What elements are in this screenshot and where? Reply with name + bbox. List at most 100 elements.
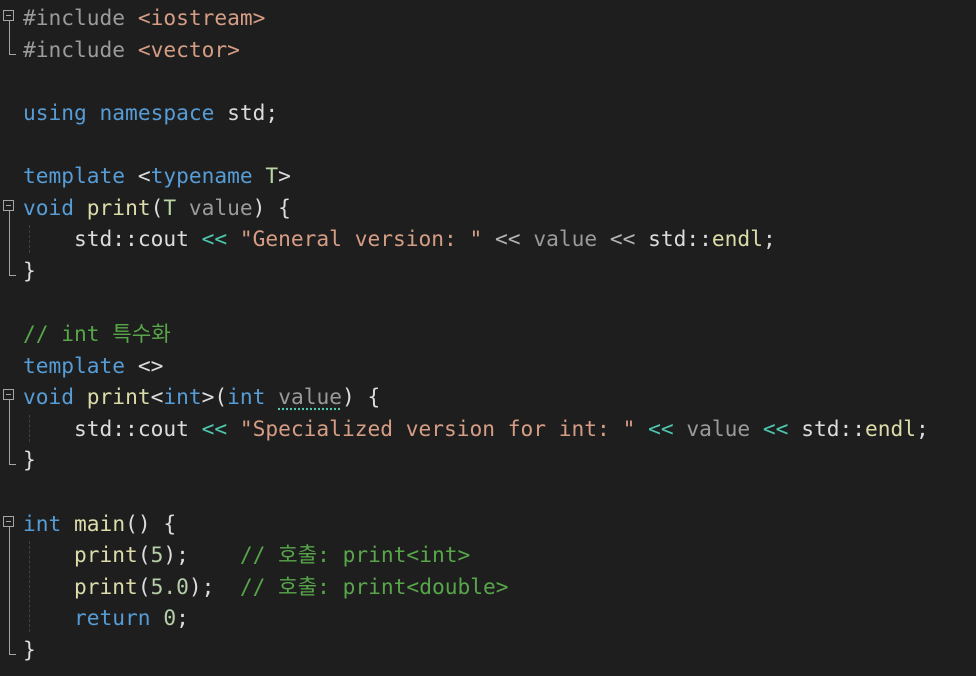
code-text: std::cout << "General version: " << valu… bbox=[23, 223, 776, 254]
code-token: void bbox=[23, 194, 75, 220]
outline-line bbox=[9, 526, 10, 654]
code-line[interactable]: print(5); // 호출: print<int> bbox=[0, 539, 976, 570]
code-text: template <> bbox=[23, 350, 163, 381]
code-line[interactable]: } bbox=[0, 444, 976, 475]
code-line[interactable] bbox=[0, 65, 976, 96]
code-token: } bbox=[23, 637, 36, 662]
outline-end bbox=[9, 53, 16, 55]
code-token: <iostream> bbox=[137, 5, 266, 30]
code-token: << bbox=[648, 415, 674, 441]
code-token: std:: bbox=[23, 415, 138, 441]
code-token: namespace bbox=[99, 99, 215, 125]
code-token: template bbox=[23, 352, 126, 378]
code-token: print bbox=[86, 194, 151, 220]
code-token: ); bbox=[163, 542, 240, 568]
code-line[interactable]: #include <vector> bbox=[0, 34, 976, 65]
indent-guide bbox=[29, 541, 30, 632]
outline-end bbox=[9, 274, 16, 276]
code-line[interactable]: template <typename T> bbox=[0, 160, 976, 191]
code-token: () { bbox=[125, 510, 177, 536]
code-token: ; bbox=[762, 226, 776, 252]
code-text: // int 특수화 bbox=[23, 318, 171, 349]
code-line[interactable]: print(5.0); // 호출: print<double> bbox=[0, 571, 976, 602]
code-line[interactable]: void print(T value) { bbox=[0, 192, 976, 223]
code-token: << bbox=[609, 226, 636, 252]
code-line[interactable] bbox=[0, 286, 976, 317]
code-token: T bbox=[265, 163, 279, 188]
code-token: template bbox=[23, 163, 126, 188]
code-token: int bbox=[163, 384, 202, 410]
collapse-icon[interactable] bbox=[3, 10, 14, 21]
outline-end bbox=[9, 464, 16, 466]
code-token: ; bbox=[916, 415, 929, 441]
code-token: >( bbox=[201, 384, 228, 410]
code-line[interactable]: using namespace std; bbox=[0, 97, 976, 128]
code-token: ( bbox=[137, 573, 151, 599]
code-text: } bbox=[23, 444, 36, 475]
code-token: return bbox=[74, 605, 151, 631]
code-text: void print(T value) { bbox=[23, 192, 291, 223]
code-line[interactable]: template <> bbox=[0, 350, 976, 381]
code-line[interactable]: std::cout << "Specialized version for in… bbox=[0, 413, 976, 444]
code-token: ); bbox=[188, 573, 240, 599]
code-token: } bbox=[23, 447, 36, 473]
code-token: > bbox=[278, 163, 291, 188]
code-text: print(5.0); // 호출: print<double> bbox=[23, 571, 508, 602]
code-token: std:: bbox=[788, 415, 865, 441]
code-token: cout bbox=[137, 226, 189, 252]
code-token: << bbox=[495, 226, 521, 252]
code-line[interactable]: std::cout << "General version: " << valu… bbox=[0, 223, 976, 254]
code-token: << bbox=[762, 415, 789, 441]
code-line[interactable]: } bbox=[0, 255, 976, 286]
collapse-icon[interactable] bbox=[3, 389, 14, 401]
code-token: std:: bbox=[23, 226, 138, 252]
code-editor[interactable]: #include <iostream> #include <vector> usin… bbox=[0, 0, 976, 676]
code-text: #include <iostream> bbox=[23, 2, 265, 33]
code-token: "Specialized version for int: " bbox=[239, 415, 636, 441]
code-text: using namespace std; bbox=[23, 97, 278, 128]
code-token: void bbox=[23, 384, 75, 410]
code-token: T bbox=[163, 194, 177, 220]
code-token: print bbox=[74, 573, 138, 599]
code-line[interactable]: } bbox=[0, 634, 976, 665]
outline-line bbox=[9, 21, 10, 54]
code-token: // 호출: print<double> bbox=[239, 573, 509, 599]
code-line[interactable]: #include <iostream> bbox=[0, 2, 976, 33]
code-text: std::cout << "Specialized version for in… bbox=[23, 413, 929, 444]
code-token: value bbox=[686, 415, 751, 441]
outline-line bbox=[9, 210, 10, 275]
code-line[interactable]: return 0; bbox=[0, 602, 976, 633]
code-token: int bbox=[227, 384, 266, 410]
code-line[interactable]: void print<int>(int value) { bbox=[0, 381, 976, 412]
code-token: ( bbox=[137, 542, 151, 568]
outline-end bbox=[9, 654, 16, 655]
code-text: #include <vector> bbox=[23, 34, 240, 65]
collapse-icon[interactable] bbox=[3, 515, 14, 527]
code-line[interactable]: // int 특수화 bbox=[0, 318, 976, 349]
code-line[interactable] bbox=[0, 476, 976, 507]
code-token: <vector> bbox=[137, 36, 240, 62]
code-token: ) { bbox=[341, 384, 381, 410]
code-line[interactable]: int main() { bbox=[0, 508, 976, 539]
code-token: int bbox=[23, 510, 62, 536]
code-token: ; bbox=[176, 605, 189, 631]
code-token: << bbox=[201, 226, 228, 252]
code-line[interactable] bbox=[0, 128, 976, 159]
code-token: endl bbox=[864, 415, 917, 441]
code-token: <> bbox=[125, 352, 164, 378]
code-text: print(5); // 호출: print<int> bbox=[23, 539, 470, 570]
collapse-icon[interactable] bbox=[3, 199, 14, 211]
